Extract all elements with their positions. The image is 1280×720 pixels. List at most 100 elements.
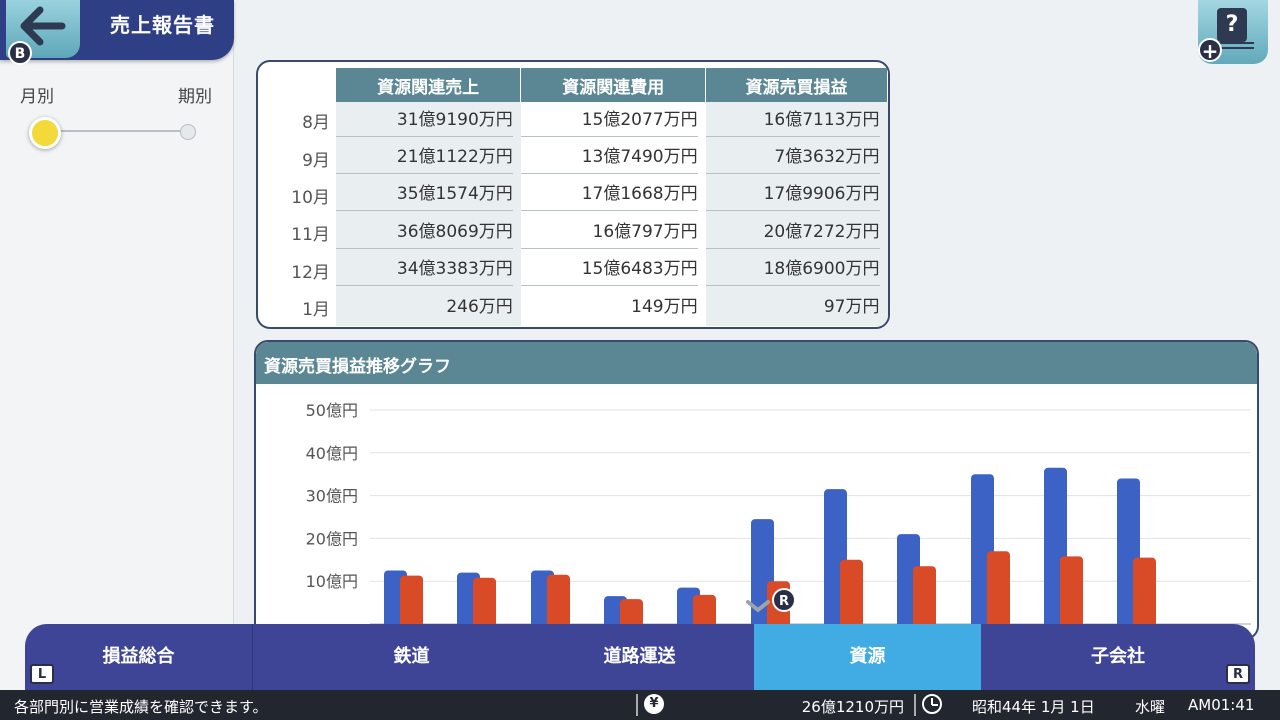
table-cell-profit: 16億7113万円 (705, 102, 888, 140)
table-row: 11月 36億8069万円 16億797万円 20億7272万円 (258, 214, 888, 252)
b-button-badge: B (8, 41, 32, 65)
cell-value: 17億9906万円 (705, 179, 880, 212)
table-cell-sales: 246万円 (335, 288, 521, 327)
tab-road-transport[interactable]: 道路運送 (526, 624, 753, 690)
period-toggle-labels: 月別 期別 (20, 82, 212, 107)
table-cell-profit: 17億9906万円 (705, 176, 888, 215)
table-row: 12月 34億3383万円 15億6483万円 18億6900万円 (258, 251, 888, 289)
table-row: 10月 35億1574万円 17億1668万円 17億9906万円 (258, 176, 888, 215)
table-cell-sales: 21億1122万円 (335, 139, 521, 177)
table-row: 9月 21億1122万円 13億7490万円 7億3632万円 (258, 139, 888, 177)
profit-trend-chart: 50億円 40億円 30億円 20億円 10億円 R (306, 401, 1251, 628)
table-cell-sales: 34億3383万円 (335, 251, 521, 289)
period-label[interactable]: 期別 (178, 82, 212, 107)
r-button-badge: R (1226, 664, 1250, 684)
tab-resources[interactable]: 資源 (754, 624, 981, 690)
row-month: 8月 (302, 113, 330, 134)
game-date: 昭和44年 1月 1日 (972, 698, 1095, 716)
table-cell-profit: 20億7272万円 (705, 214, 888, 252)
table-cell-cost: 16億797万円 (520, 214, 706, 251)
cell-value: 97万円 (823, 297, 880, 318)
status-bar: 各部門別に営業成績を確認できます。 ¥ 26億1210万円 昭和44年 1月 1… (0, 690, 1280, 720)
back-arrow-icon (20, 6, 66, 46)
bar-series-2 (987, 551, 1010, 628)
cell-value: 13億7490万円 (520, 142, 698, 175)
table-cell-cost: 15億6483万円 (520, 252, 706, 289)
cell-value: 31億9190万円 (335, 105, 513, 137)
row-month: 10月 (291, 187, 330, 208)
tab-railway[interactable]: 鉄道 (298, 624, 525, 690)
row-month: 9月 (302, 150, 330, 171)
row-month: 11月 (291, 225, 330, 246)
page-title: 売上報告書 (110, 13, 215, 37)
column-header: 資源関連売上 (335, 68, 522, 102)
y-tick-label: 30億円 (306, 487, 358, 506)
period-slider-stop[interactable] (180, 124, 196, 140)
table-cell-sales: 31億9190万円 (335, 102, 521, 140)
sidebar: 月別 期別 (0, 0, 234, 690)
report-table: 資源関連売上 資源関連費用 資源売買損益 8月 31億9190万円 15億2077万… (258, 68, 888, 327)
money-amount: 26億1210万円 (801, 698, 904, 716)
chart-panel: 資源売買損益推移グラフ 50億円 40億円 30億円 20億円 10億円 R (254, 340, 1259, 640)
table-cell-sales: 36億8069万円 (335, 214, 521, 252)
y-tick-label: 10億円 (306, 572, 358, 591)
cell-value: 246万円 (446, 297, 513, 318)
plus-badge-icon: + (1198, 38, 1222, 62)
help-icon: ? (1217, 8, 1247, 42)
table-cell-profit: 7億3632万円 (705, 139, 888, 177)
status-message: 各部門別に営業成績を確認できます。 (14, 698, 268, 716)
weekday: 水曜 (1135, 698, 1166, 716)
row-month: 12月 (291, 262, 330, 283)
cell-value: 16億7113万円 (705, 105, 880, 137)
bar-series-2 (400, 575, 423, 628)
cell-value: 17億1668万円 (520, 179, 698, 212)
tab-subsidiaries[interactable]: 子会社 (981, 624, 1255, 690)
table-cell-cost: 13億7490万円 (520, 139, 706, 176)
table-cell-profit: 97万円 (705, 288, 888, 327)
r-marker-text: R (779, 594, 789, 609)
cell-value: 18億6900万円 (705, 254, 880, 287)
table-cell-cost: 149万円 (521, 289, 706, 326)
tab-divider (252, 624, 253, 690)
y-tick-label: 40億円 (306, 444, 358, 463)
tab-profit-summary[interactable]: 損益総合 (25, 624, 252, 690)
status-divider (636, 694, 638, 716)
y-tick-label: 50億円 (306, 401, 358, 420)
cell-value: 20億7272万円 (705, 217, 880, 249)
l-button-badge: L (30, 664, 54, 684)
category-tab-bar: 損益総合 鉄道 道路運送 資源 子会社 (25, 624, 1255, 690)
table-cell-cost: 17億1668万円 (520, 177, 706, 214)
status-divider (914, 694, 916, 716)
cell-value: 15億6483万円 (520, 254, 698, 287)
help-button[interactable]: ? + (1198, 0, 1268, 64)
cell-value: 21億1122万円 (335, 142, 513, 175)
yen-icon: ¥ (644, 694, 664, 714)
table-cell-cost: 15億2077万円 (520, 102, 706, 139)
clock-icon (922, 694, 942, 714)
period-slider-knob[interactable] (29, 117, 61, 149)
table-row: 8月 31億9190万円 15億2077万円 16億7113万円 (258, 102, 888, 140)
y-tick-label: 20億円 (306, 529, 358, 548)
period-slider-track[interactable] (44, 130, 190, 132)
help-lines-icon (1218, 42, 1254, 52)
bar-series-2 (1060, 556, 1083, 628)
title-tab: B 売上報告書 (0, 0, 234, 65)
bar-series-2 (913, 566, 936, 628)
cell-value: 34億3383万円 (335, 254, 513, 287)
bar-series-2 (840, 559, 863, 628)
bar-series-2 (1133, 557, 1156, 628)
table-row: 1月 246万円 149万円 97万円 (258, 288, 888, 327)
column-header: 資源売買損益 (705, 68, 888, 102)
column-header: 資源関連費用 (520, 68, 707, 102)
report-table-panel: 資源関連売上 資源関連費用 資源売買損益 8月 31億9190万円 15億2077万… (256, 60, 890, 329)
cell-value: 7億3632万円 (705, 142, 880, 175)
cell-value: 35億1574万円 (335, 179, 513, 212)
cell-value: 16億797万円 (520, 217, 698, 249)
table-corner (258, 68, 336, 102)
bar-series-2 (473, 577, 496, 628)
cell-value: 149万円 (631, 297, 698, 318)
game-time: AM01:41 (1188, 696, 1255, 714)
row-month: 1月 (302, 300, 330, 321)
cell-value: 36億8069万円 (335, 217, 513, 249)
monthly-label[interactable]: 月別 (20, 82, 54, 107)
